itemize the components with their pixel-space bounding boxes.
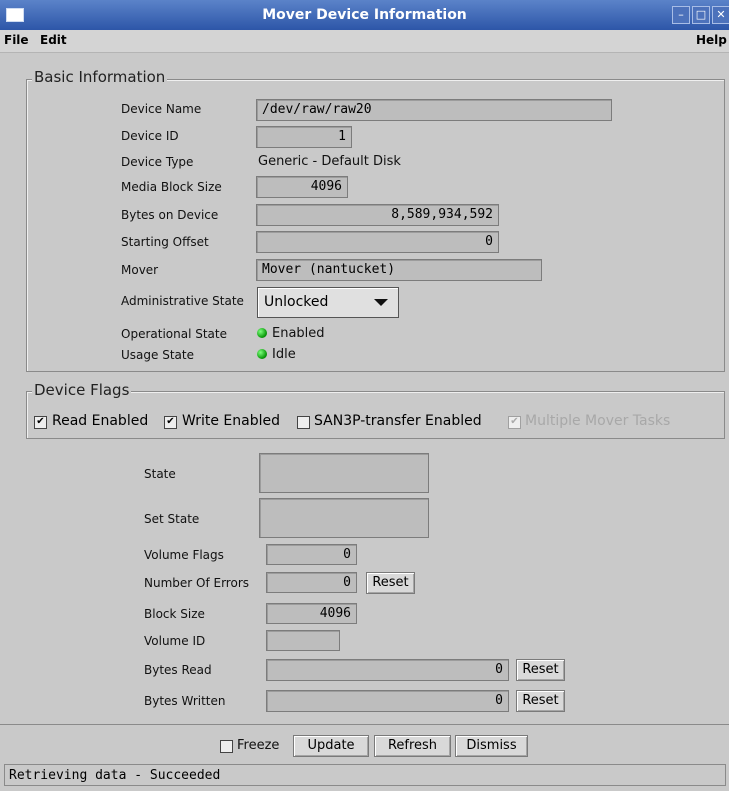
bytes-written-label: Bytes Written [144,694,226,708]
set-state-label: Set State [144,512,200,526]
read-enabled-label: Read Enabled [52,413,149,429]
status-bar: Retrieving data - Succeeded [4,764,726,786]
device-flags-legend: Device Flags [32,381,132,399]
update-button[interactable]: Update [293,735,369,757]
freeze-checkbox[interactable] [220,740,233,753]
device-id-label: Device ID [121,129,179,143]
close-icon[interactable]: ✕ [712,6,729,24]
administrative-state-label: Administrative State [121,294,244,308]
operational-state-label: Operational State [121,327,227,341]
refresh-button[interactable]: Refresh [374,735,451,757]
block-size-label: Block Size [144,607,205,621]
volume-flags-label: Volume Flags [144,548,224,562]
usage-state-label: Usage State [121,348,194,362]
block-size-field: 4096 [266,603,357,624]
device-type-label: Device Type [121,155,194,169]
starting-offset-label: Starting Offset [121,235,209,249]
menu-bar: File Edit Help [0,30,729,53]
usage-state-value: Idle [272,347,296,362]
menu-help[interactable]: Help [696,33,727,47]
multiple-mover-tasks-checkbox: ✔ [508,416,521,429]
media-block-size-field: 4096 [256,176,348,198]
san3p-transfer-label: SAN3P-transfer Enabled [314,413,482,429]
write-enabled-label: Write Enabled [182,413,280,429]
maximize-icon[interactable]: □ [692,6,710,24]
bytes-written-field: 0 [266,690,509,712]
bytes-read-field: 0 [266,659,509,681]
reset-errors-button[interactable]: Reset [366,572,415,594]
operational-state-value: Enabled [272,326,325,341]
volume-flags-field: 0 [266,544,357,565]
device-type-value: Generic - Default Disk [258,154,401,169]
administrative-state-select[interactable]: Unlocked [257,287,399,318]
volume-id-field [266,630,340,651]
operational-status-led-icon [257,328,267,338]
mover-label: Mover [121,263,159,277]
minimize-icon[interactable]: – [672,6,690,24]
number-of-errors-field: 0 [266,572,357,593]
read-enabled-checkbox[interactable]: ✔ [34,416,47,429]
state-field [259,453,429,493]
device-id-field: 1 [256,126,352,148]
device-name-field: /dev/raw/raw20 [256,99,612,121]
title-bar: Mover Device Information – □ ✕ [0,0,729,30]
state-label: State [144,467,176,481]
usage-status-led-icon [257,349,267,359]
dismiss-button[interactable]: Dismiss [455,735,528,757]
freeze-label: Freeze [237,738,280,753]
device-name-label: Device Name [121,102,202,116]
menu-file[interactable]: File [4,33,29,47]
set-state-field[interactable] [259,498,429,538]
administrative-state-value: Unlocked [264,294,329,310]
reset-bytes-read-button[interactable]: Reset [516,659,565,681]
san3p-transfer-checkbox[interactable] [297,416,310,429]
chevron-down-icon [374,299,388,306]
mover-field: Mover (nantucket) [256,259,542,281]
footer-divider [0,724,729,725]
starting-offset-field: 0 [256,231,499,253]
volume-id-label: Volume ID [144,634,206,648]
basic-information-legend: Basic Information [32,68,168,86]
window-title: Mover Device Information [262,7,467,23]
media-block-size-label: Media Block Size [121,180,222,194]
write-enabled-checkbox[interactable]: ✔ [164,416,177,429]
bytes-read-label: Bytes Read [144,663,212,677]
bytes-on-device-field: 8,589,934,592 [256,204,499,226]
number-of-errors-label: Number Of Errors [144,576,250,590]
menu-edit[interactable]: Edit [40,33,67,47]
bytes-on-device-label: Bytes on Device [121,208,219,222]
reset-bytes-written-button[interactable]: Reset [516,690,565,712]
multiple-mover-tasks-label: Multiple Mover Tasks [525,413,671,429]
